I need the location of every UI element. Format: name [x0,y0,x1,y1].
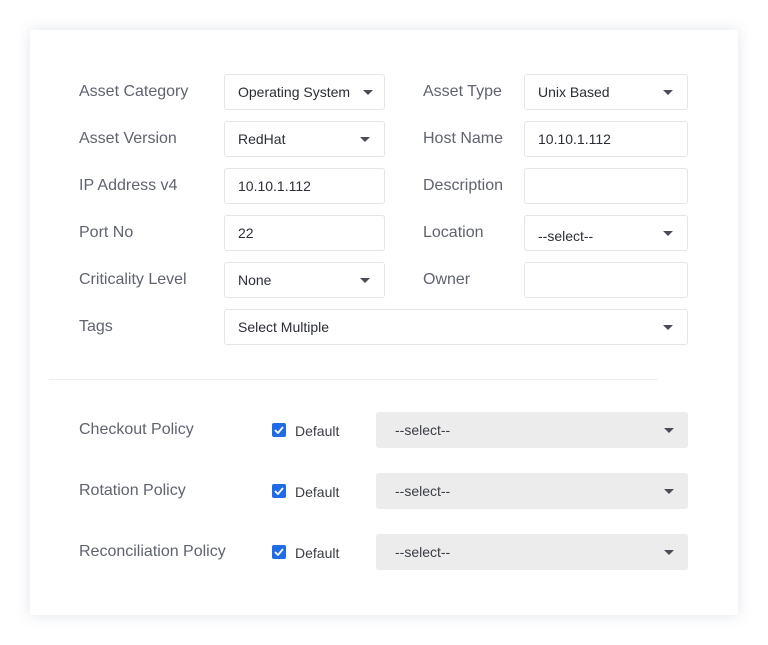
criticality-value: None [238,272,272,288]
chevron-down-icon [663,89,673,95]
rotation-policy-value: --select-- [395,483,451,499]
chevron-down-icon [363,89,373,95]
reconciliation-default-checkbox[interactable] [272,545,286,559]
checkout-policy-select[interactable]: --select-- [376,412,688,448]
reconciliation-default-label: Default [295,545,340,561]
description-label: Description [423,177,504,194]
description-input[interactable] [524,168,688,204]
location-value: --select-- [538,227,594,244]
chevron-down-icon [663,324,673,330]
chevron-down-icon [360,277,370,283]
chevron-down-icon [663,230,673,236]
checkout-policy-value: --select-- [395,422,451,438]
port-no-input[interactable]: 22 [224,215,385,251]
asset-type-label: Asset Type [423,83,502,100]
asset-version-label: Asset Version [79,130,177,147]
host-name-value: 10.10.1.112 [538,131,611,147]
asset-type-select[interactable]: Unix Based [524,74,688,110]
rotation-default-label: Default [295,484,340,500]
asset-category-label: Asset Category [79,83,189,100]
criticality-label: Criticality Level [79,271,187,288]
owner-label: Owner [423,271,471,288]
check-icon [274,426,284,434]
reconciliation-policy-select[interactable]: --select-- [376,534,688,570]
host-name-input[interactable]: 10.10.1.112 [524,121,688,157]
host-name-label: Host Name [423,130,504,147]
chevron-down-icon [664,488,674,494]
port-no-value: 22 [238,225,254,241]
asset-version-select[interactable]: RedHat [224,121,385,157]
tags-multiselect[interactable]: Select Multiple [224,309,688,345]
criticality-select[interactable]: None [224,262,385,298]
reconciliation-policy-value: --select-- [395,544,451,560]
ip-address-value: 10.10.1.112 [238,178,311,194]
ip-address-label: IP Address v4 [79,177,178,194]
location-label: Location [423,224,484,241]
checkout-default-label: Default [295,423,340,439]
asset-type-value: Unix Based [538,84,610,100]
tags-value: Select Multiple [238,319,330,335]
owner-input[interactable] [524,262,688,298]
port-no-label: Port No [79,224,134,241]
rotation-default-checkbox[interactable] [272,484,286,498]
check-icon [274,487,284,495]
asset-version-value: RedHat [238,131,286,147]
chevron-down-icon [664,549,674,555]
ip-address-input[interactable]: 10.10.1.112 [224,168,385,204]
rotation-policy-label: Rotation Policy [79,482,186,499]
checkout-default-checkbox[interactable] [272,423,286,437]
check-icon [274,548,284,556]
checkout-policy-label: Checkout Policy [79,421,194,438]
asset-category-select[interactable]: Operating System [224,74,385,110]
tags-label: Tags [79,318,113,335]
chevron-down-icon [664,427,674,433]
section-divider [49,379,658,380]
location-select[interactable]: --select-- [524,215,688,251]
asset-category-value: Operating System [238,84,351,100]
rotation-policy-select[interactable]: --select-- [376,473,688,509]
chevron-down-icon [360,136,370,142]
reconciliation-policy-label: Reconciliation Policy [79,543,226,560]
